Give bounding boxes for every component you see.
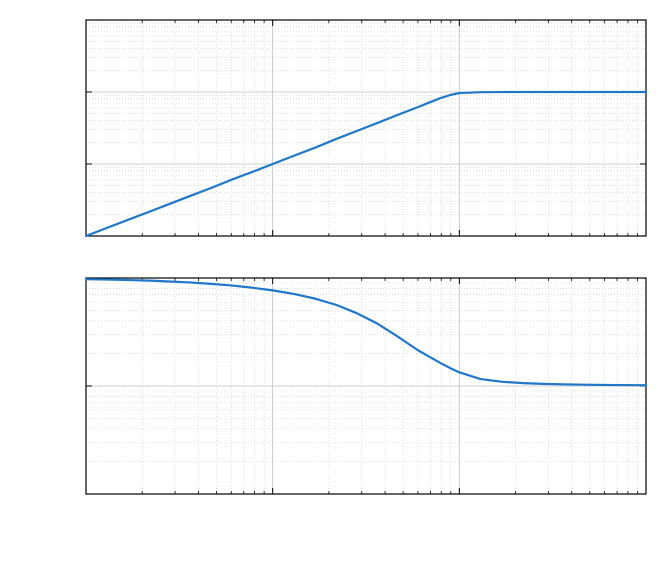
bode-plot: [0, 0, 663, 582]
series-phase: [86, 279, 646, 385]
phase-plot: [86, 278, 646, 494]
magnitude-plot: [86, 20, 646, 236]
